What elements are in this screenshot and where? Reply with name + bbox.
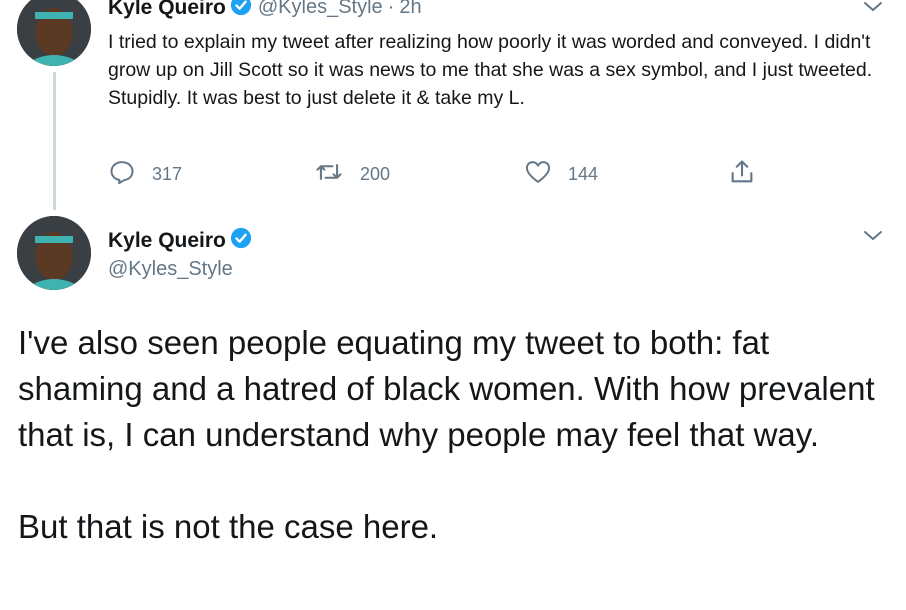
tweet-timestamp[interactable]: 2h [399, 0, 421, 19]
heart-icon [524, 158, 568, 191]
share-icon [728, 158, 772, 191]
thread-connector-line [53, 72, 56, 210]
tweet-text: I've also seen people equating my tweet … [18, 320, 898, 550]
author-handle[interactable]: @Kyles_Style [108, 258, 233, 281]
reply-count: 317 [152, 164, 183, 184]
author-name[interactable]: Kyle Queiro [108, 0, 226, 20]
avatar[interactable] [17, 216, 91, 290]
author-handle[interactable]: @Kyles_Style [258, 0, 383, 19]
author-name[interactable]: Kyle Queiro [108, 229, 226, 253]
retweet-count: 200 [360, 164, 391, 184]
tweet-text: I tried to explain my tweet after realiz… [108, 31, 873, 109]
verified-badge-icon [230, 0, 252, 21]
tweet-menu-chevron-down-icon[interactable] [862, 0, 884, 19]
avatar-image [17, 0, 91, 66]
header-separator: · [387, 0, 395, 18]
like-count: 144 [568, 164, 599, 184]
tweet-menu-chevron-down-icon[interactable] [862, 229, 884, 248]
tweet-header: Kyle Queiro [108, 227, 258, 254]
retweet-button[interactable]: 200 [314, 158, 390, 191]
reply-button[interactable]: 317 [108, 158, 182, 191]
tweet-paragraph: But that is not the case here. [18, 508, 439, 545]
tweet-header: Kyle Queiro @Kyles_Style · 2h [108, 0, 422, 21]
reply-icon [108, 158, 152, 191]
tweet-paragraph: I've also seen people equating my tweet … [18, 324, 875, 453]
verified-badge-icon [230, 227, 252, 254]
retweet-icon [314, 158, 360, 191]
avatar-image [17, 216, 91, 290]
like-button[interactable]: 144 [524, 158, 598, 191]
share-button[interactable] [728, 158, 772, 191]
avatar[interactable] [17, 0, 91, 66]
tweet-actions: 317 200 144 [108, 158, 788, 190]
